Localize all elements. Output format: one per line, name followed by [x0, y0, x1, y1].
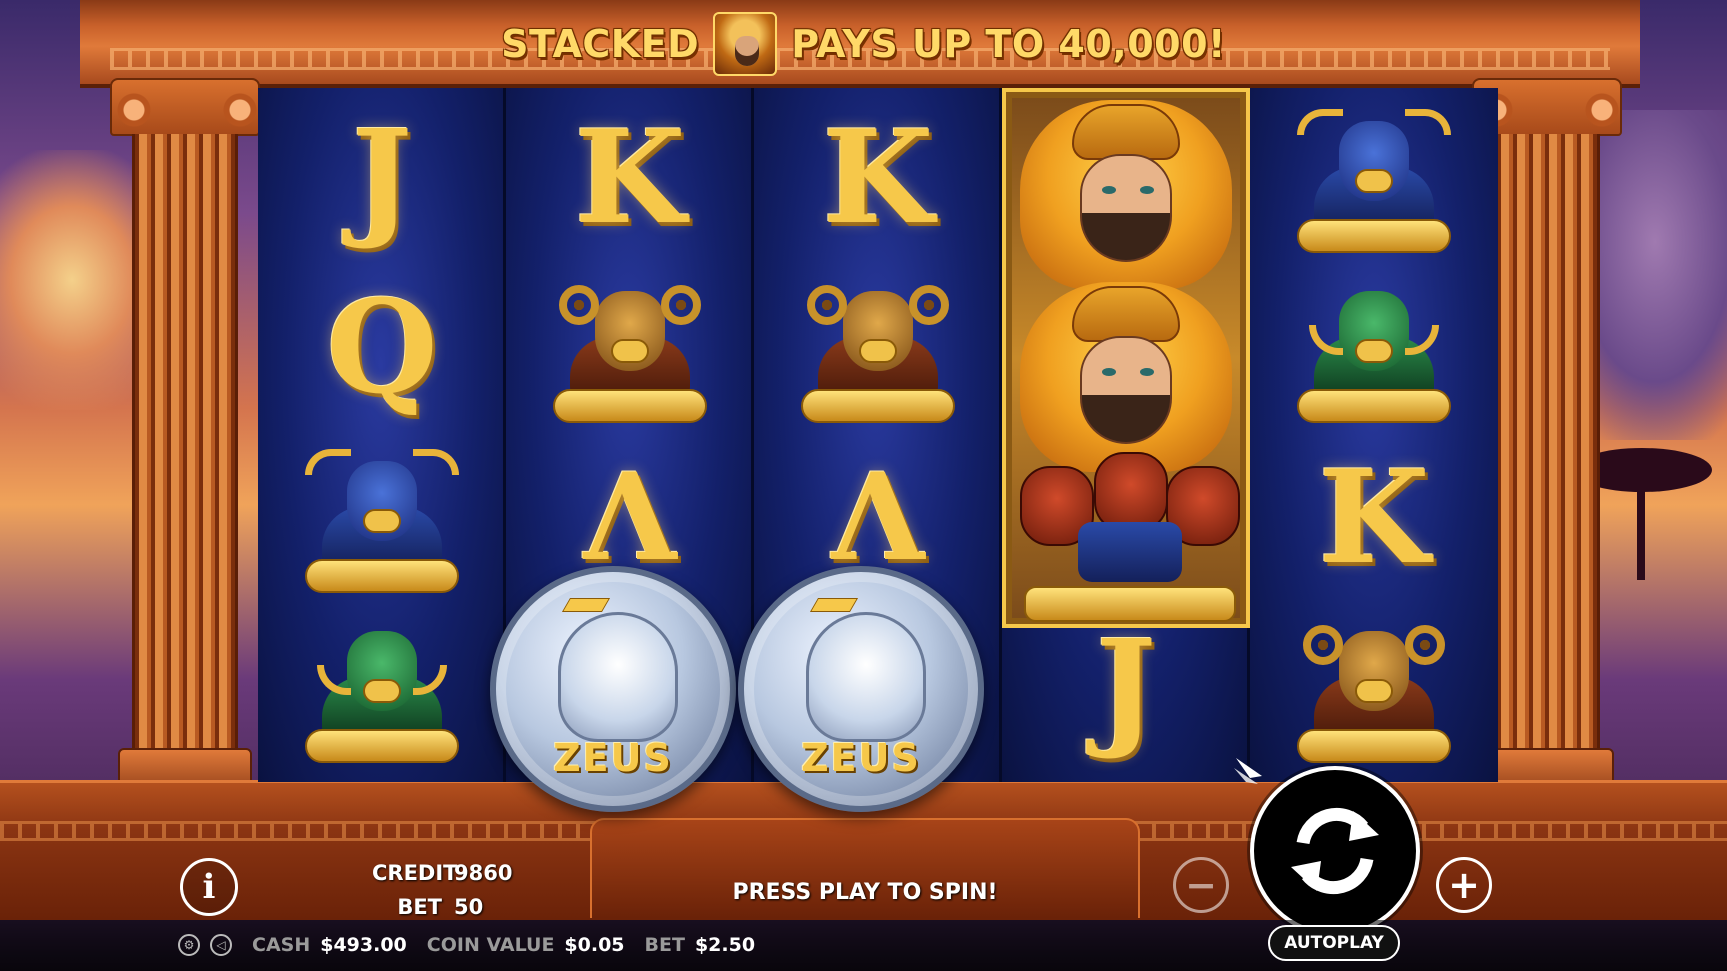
cerberus-icon — [1016, 452, 1244, 622]
symbol-ram — [754, 268, 1002, 428]
ram-icon — [793, 273, 963, 423]
banner-pays-text: PAYS UP TO 40,000! — [791, 22, 1226, 66]
reel-5: K — [1250, 88, 1498, 782]
footer-bet-label: BET — [644, 934, 685, 956]
symbol-boar — [1250, 268, 1498, 428]
credit-value: 9860 — [454, 861, 513, 885]
symbol-ram — [1250, 608, 1498, 768]
symbol-k: K — [754, 98, 1002, 258]
symbol-letter: Λ — [583, 447, 677, 588]
banner-stacked-text: STACKED — [501, 22, 700, 66]
left-column-shaft — [132, 134, 238, 754]
ram-icon — [545, 273, 715, 423]
bottom-info-row: ⚙ ◁ CASH $493.00 COIN VALUE $0.05 BET $2… — [178, 934, 755, 956]
spin-arrows-icon — [1291, 807, 1379, 895]
zeus-coin-icon: ZEUS — [490, 566, 736, 812]
footer-bet-value: $2.50 — [694, 934, 756, 956]
reel-grid: J Q K Λ ZEUS K Λ ZEUS J K — [258, 88, 1498, 812]
cash-label: CASH — [252, 934, 311, 956]
symbol-letter: K — [822, 103, 934, 253]
symbol-boar — [258, 608, 506, 768]
status-message: PRESS PLAY TO SPIN! — [732, 880, 998, 905]
symbol-j: J — [258, 98, 506, 258]
credit-bet-display: CREDIT 9860 BET 50 — [360, 856, 520, 924]
symbol-k: K — [506, 98, 754, 258]
symbol-bull — [1250, 98, 1498, 258]
cash-value: $493.00 — [320, 934, 407, 956]
symbol-j: J — [1002, 608, 1250, 768]
settings-gear-icon[interactable]: ⚙ — [178, 934, 200, 956]
sparkle-icon — [1234, 758, 1262, 784]
zeus-coin-icon: ZEUS — [738, 566, 984, 812]
left-column-capital — [110, 78, 260, 136]
decrease-bet-button[interactable]: − — [1173, 857, 1229, 913]
symbol-ram — [506, 268, 754, 428]
reel-4: J — [1002, 88, 1250, 782]
info-button[interactable]: i — [180, 858, 238, 916]
hercules-icon — [1010, 282, 1242, 472]
right-column-shaft — [1494, 134, 1600, 754]
bet-label: BET — [397, 895, 442, 919]
symbol-letter: J — [351, 103, 413, 253]
reel-1: J Q — [258, 88, 506, 782]
sound-icon[interactable]: ◁ — [210, 934, 232, 956]
increase-bet-button[interactable]: + — [1436, 857, 1492, 913]
boar-icon — [1289, 273, 1459, 423]
credit-label: CREDIT — [372, 861, 458, 885]
reel-3: K Λ ZEUS — [738, 88, 1002, 812]
stacked-banner: STACKED PAYS UP TO 40,000! — [0, 12, 1727, 76]
hercules-stacked-symbol — [1002, 88, 1250, 628]
symbol-letter: Λ — [831, 447, 925, 588]
zeus-coin-label: ZEUS — [801, 736, 921, 780]
symbol-k: K — [1250, 438, 1498, 598]
coin-value: $0.05 — [564, 934, 625, 956]
symbol-letter: Q — [326, 273, 438, 423]
coin-value-label: COIN VALUE — [426, 934, 555, 956]
zeus-coin-label: ZEUS — [553, 736, 673, 780]
hercules-badge-icon — [713, 12, 778, 76]
symbol-letter: K — [1318, 443, 1430, 593]
hercules-icon — [1010, 100, 1242, 290]
spin-button[interactable] — [1250, 766, 1420, 936]
bet-value: 50 — [454, 895, 484, 919]
bull-icon — [297, 443, 467, 593]
reel-2: K Λ ZEUS — [490, 88, 754, 812]
autoplay-button[interactable]: AUTOPLAY — [1268, 925, 1400, 961]
left-column — [110, 78, 260, 800]
symbol-bull — [258, 438, 506, 598]
symbol-letter: J — [1095, 613, 1157, 763]
ram-icon — [1289, 613, 1459, 763]
symbol-q: Q — [258, 268, 506, 428]
symbol-letter: K — [574, 103, 686, 253]
boar-icon — [297, 613, 467, 763]
bull-icon — [1289, 103, 1459, 253]
